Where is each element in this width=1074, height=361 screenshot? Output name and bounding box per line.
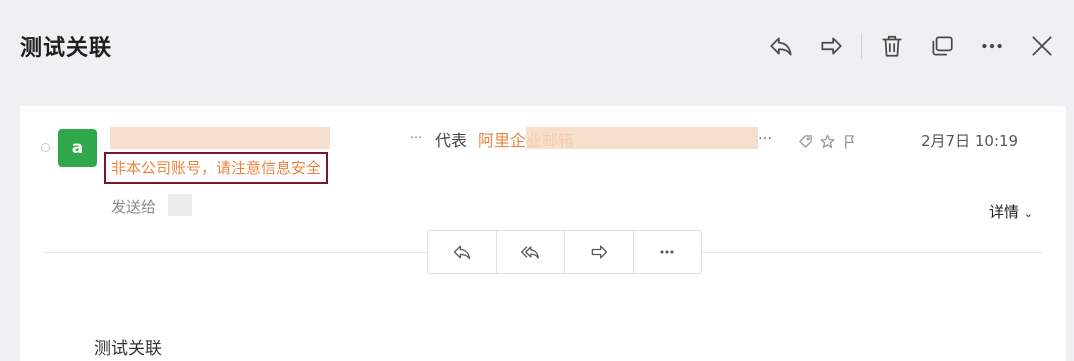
select-radio[interactable] <box>41 143 50 152</box>
sender-actions <box>794 132 860 150</box>
reply-action-button[interactable] <box>428 231 497 273</box>
forward-action-button[interactable] <box>565 231 634 273</box>
close-button[interactable] <box>1024 28 1060 64</box>
more-icon <box>660 250 674 254</box>
star-button[interactable] <box>816 132 838 150</box>
tag-button[interactable] <box>794 132 816 150</box>
on-behalf-label: 代表 <box>435 131 468 150</box>
flag-icon <box>844 134 854 149</box>
details-label: 详情 <box>989 203 1020 221</box>
sender-ellipsis: … <box>410 127 422 141</box>
forward-button[interactable] <box>813 28 849 64</box>
more-button[interactable] <box>974 28 1010 64</box>
sender-line: … 代表 阿里企业邮箱 … <box>110 127 790 151</box>
email-card: a … 代表 阿里企业邮箱 … 2月7日 10:19 非本公司账号，请注意信息安… <box>20 106 1066 361</box>
reply-icon <box>453 245 470 260</box>
reply-all-icon <box>521 246 540 259</box>
window-icon <box>932 36 953 56</box>
tag-icon <box>798 134 812 148</box>
toolbar <box>749 28 1060 64</box>
open-window-button[interactable] <box>924 28 960 64</box>
redacted-recipient <box>168 194 192 216</box>
star-icon <box>819 134 835 148</box>
forward-icon <box>821 37 842 55</box>
more-icon <box>982 43 1002 49</box>
email-subject: 测试关联 <box>20 36 113 61</box>
redacted-sender <box>110 127 330 149</box>
details-toggle[interactable]: 详情 ⌄ <box>989 201 1033 222</box>
header: 测试关联 <box>0 0 1074 92</box>
flag-button[interactable] <box>838 132 860 150</box>
forward-icon <box>591 245 607 259</box>
action-bar <box>427 230 702 274</box>
address-ellipsis: … <box>758 127 772 143</box>
reply-icon <box>770 37 792 56</box>
more-action-button[interactable] <box>634 231 702 273</box>
external-account-warning: 非本公司账号，请注意信息安全 <box>104 152 329 184</box>
email-date: 2月7日 10:19 <box>921 132 1019 150</box>
reply-all-action-button[interactable] <box>497 231 565 273</box>
redacted-address <box>526 127 758 149</box>
chevron-down-icon: ⌄ <box>1023 207 1034 220</box>
delete-button[interactable] <box>874 28 910 64</box>
toolbar-divider <box>861 33 862 59</box>
sent-to-label: 发送给 <box>111 198 157 216</box>
close-icon <box>1032 36 1052 56</box>
email-body: 测试关联 <box>94 339 162 359</box>
trash-icon <box>882 35 902 57</box>
reply-button[interactable] <box>763 28 799 64</box>
avatar[interactable]: a <box>58 129 97 167</box>
